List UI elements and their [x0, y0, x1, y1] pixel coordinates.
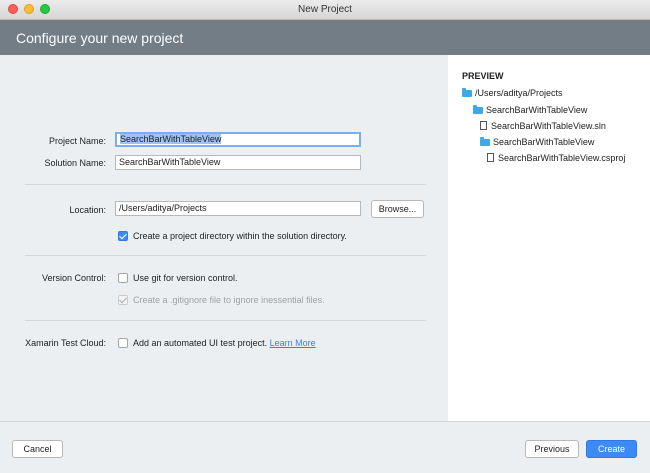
solution-name-input[interactable]: SearchBarWithTableView	[115, 155, 361, 170]
tree-item-label: /Users/aditya/Projects	[475, 88, 563, 98]
tree-item-label: SearchBarWithTableView	[493, 137, 595, 147]
file-icon	[487, 153, 494, 162]
tree-item: SearchBarWithTableView.csproj	[487, 153, 625, 163]
folder-icon	[480, 137, 490, 146]
browse-button[interactable]: Browse...	[371, 200, 424, 218]
tree-item-label: SearchBarWithTableView	[486, 105, 588, 115]
divider	[25, 255, 426, 256]
gitignore-checkbox	[118, 295, 128, 305]
project-name-label: Project Name:	[48, 136, 106, 146]
test-cloud-label: Xamarin Test Cloud:	[25, 338, 106, 348]
preview-title: PREVIEW	[462, 71, 504, 81]
ui-test-label: Add an automated UI test project. Learn …	[133, 338, 316, 348]
divider	[25, 320, 426, 321]
tree-item-label: SearchBarWithTableView.csproj	[498, 153, 626, 163]
new-project-window: New Project Configure your new project P…	[0, 0, 650, 473]
form-panel: Project Name: SearchBarWithTableView Sol…	[0, 55, 448, 421]
project-name-input[interactable]: SearchBarWithTableView	[115, 132, 361, 147]
window-title: New Project	[298, 4, 352, 15]
page-title: Configure your new project	[16, 30, 184, 46]
gitignore-label: Create a .gitignore file to ignore iness…	[133, 295, 325, 305]
solution-name-value: SearchBarWithTableView	[119, 157, 221, 167]
use-git-checkbox[interactable]	[118, 273, 128, 283]
tree-item-label: SearchBarWithTableView.sln	[491, 121, 606, 131]
title-bar: New Project	[0, 0, 650, 20]
project-name-value: SearchBarWithTableView	[120, 134, 222, 144]
ui-test-text: Add an automated UI test project.	[133, 338, 268, 348]
learn-more-link[interactable]: Learn More	[270, 338, 316, 348]
create-directory-checkbox[interactable]	[118, 231, 128, 241]
previous-button[interactable]: Previous	[525, 440, 579, 458]
create-directory-label: Create a project directory within the so…	[133, 231, 347, 241]
tree-item: /Users/aditya/Projects	[462, 88, 563, 98]
ui-test-checkbox[interactable]	[118, 338, 128, 348]
tree-item: SearchBarWithTableView.sln	[480, 121, 606, 131]
footer-bar: Cancel Previous Create	[0, 421, 650, 473]
folder-icon	[473, 105, 483, 114]
use-git-label: Use git for version control.	[133, 273, 238, 283]
location-label: Location:	[69, 205, 106, 215]
cancel-button[interactable]: Cancel	[12, 440, 63, 458]
folder-icon	[462, 88, 472, 97]
create-button[interactable]: Create	[586, 440, 637, 458]
file-icon	[480, 121, 487, 130]
page-header: Configure your new project	[0, 20, 650, 55]
divider	[25, 184, 426, 185]
tree-item: SearchBarWithTableView	[473, 105, 587, 115]
location-input[interactable]: /Users/aditya/Projects	[115, 201, 361, 216]
preview-panel: PREVIEW /Users/aditya/Projects SearchBar…	[448, 55, 650, 421]
version-control-label: Version Control:	[41, 273, 106, 283]
solution-name-label: Solution Name:	[44, 158, 106, 168]
tree-item: SearchBarWithTableView	[480, 137, 594, 147]
location-value: /Users/aditya/Projects	[119, 203, 207, 213]
